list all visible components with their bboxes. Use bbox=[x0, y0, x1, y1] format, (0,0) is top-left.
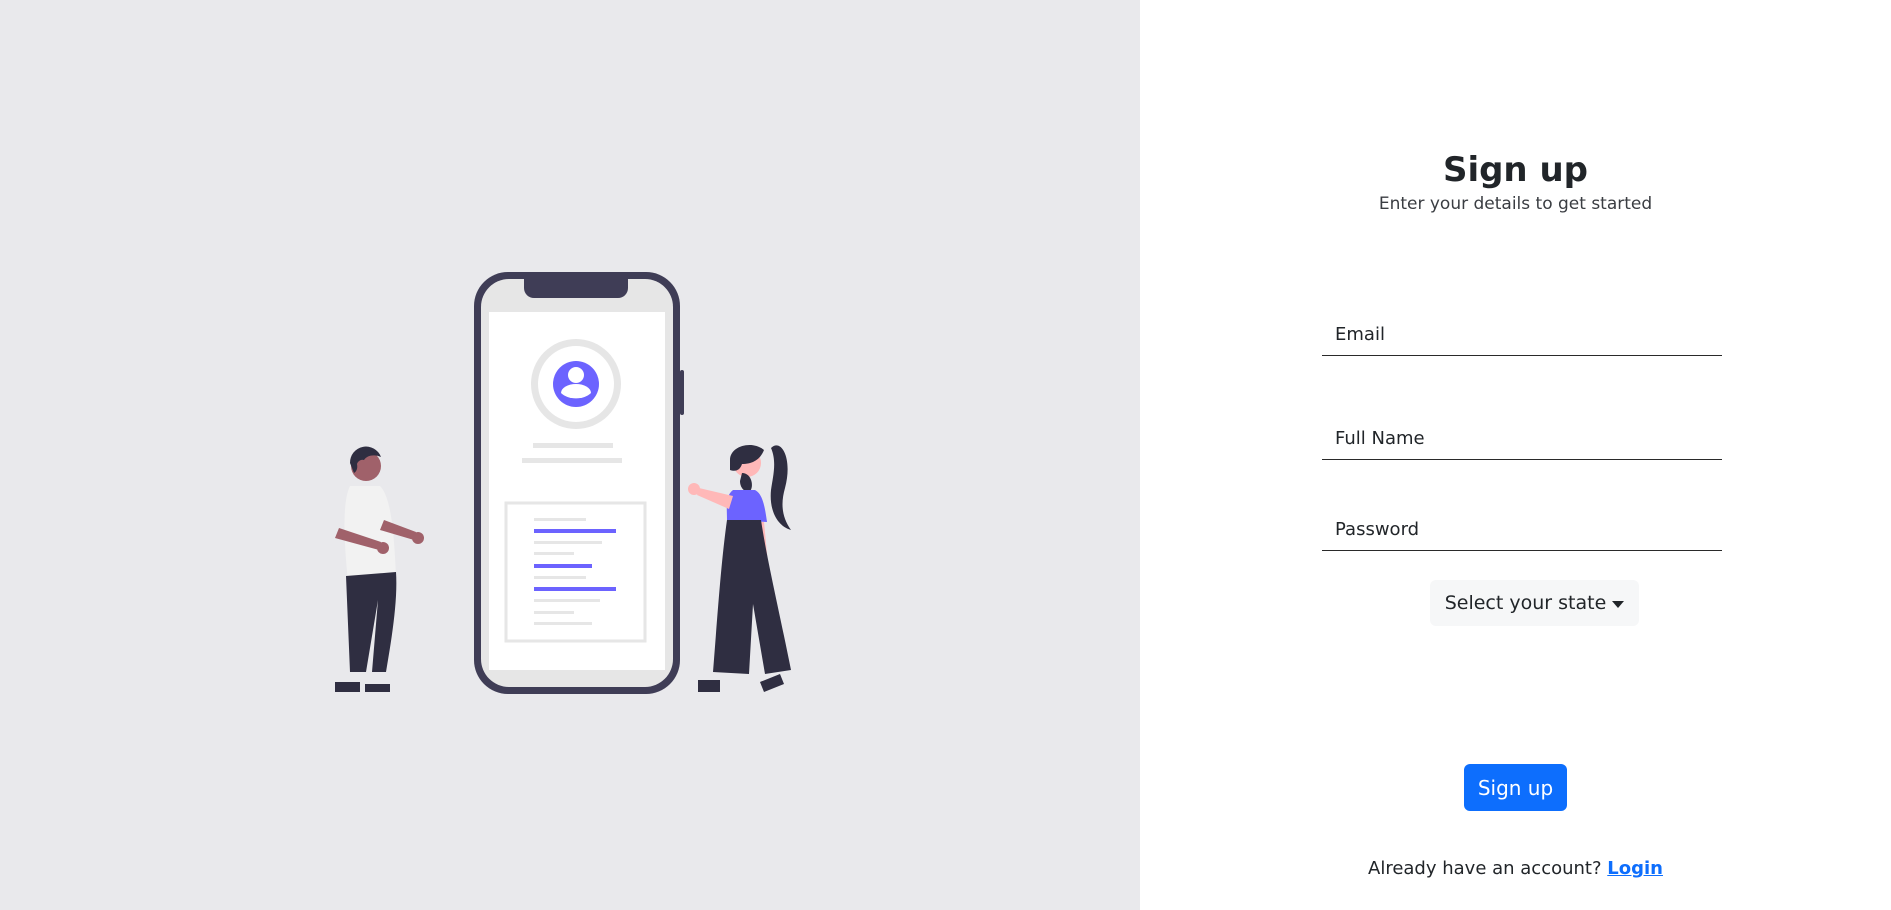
full-name-field[interactable] bbox=[1322, 418, 1722, 460]
page-title: Sign up bbox=[1442, 150, 1589, 190]
email-field[interactable] bbox=[1322, 314, 1722, 356]
signup-illustration-icon bbox=[335, 272, 791, 694]
password-field[interactable] bbox=[1322, 509, 1722, 551]
page-subtitle: Enter your details to get started bbox=[1378, 194, 1653, 214]
signup-form-panel: Sign up Enter your details to get starte… bbox=[1140, 0, 1891, 910]
state-dropdown[interactable]: Select your state bbox=[1430, 580, 1639, 626]
man-figure-icon bbox=[335, 446, 424, 692]
phone-icon bbox=[474, 272, 684, 694]
login-prompt-text: Already have an account? bbox=[1368, 858, 1602, 879]
illustration-panel bbox=[0, 0, 1140, 910]
state-dropdown-label: Select your state bbox=[1444, 592, 1607, 614]
signup-button[interactable]: Sign up bbox=[1464, 764, 1567, 811]
signup-page: Sign up Enter your details to get starte… bbox=[0, 0, 1891, 910]
chevron-down-icon bbox=[1612, 600, 1625, 608]
login-link[interactable]: Login bbox=[1607, 858, 1663, 879]
woman-figure-icon bbox=[688, 445, 791, 692]
login-prompt: Already have an account? Login bbox=[1140, 857, 1891, 881]
